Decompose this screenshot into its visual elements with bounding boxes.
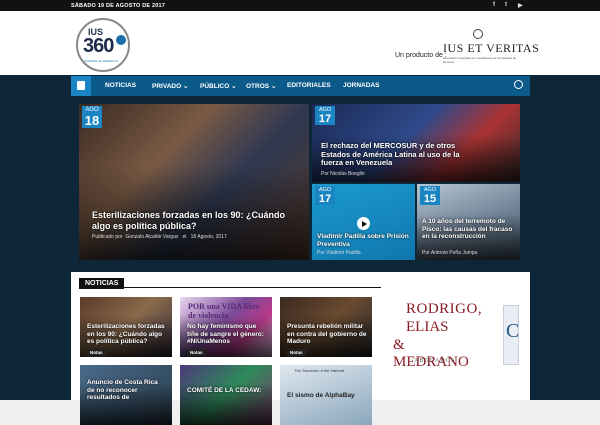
featured-meta: Por Nicolás Boeglin	[321, 171, 365, 177]
card-image-text: The Structure of the Internet	[294, 368, 345, 373]
main-nav: NOTICIAS PRIVADO ⌄ PÚBLICO ⌄ OTROS ⌄ EDI…	[71, 76, 530, 96]
side-ad[interactable]: C	[503, 305, 519, 365]
logo-tagline: UNIENDO EL DERECHO	[84, 59, 119, 63]
ad-text: RODRIGO,	[406, 301, 483, 317]
featured-fourth[interactable]: AGO 15 A 10 años del terremoto de Pisco:…	[417, 184, 520, 260]
nav-item-jornadas[interactable]: JORNADAS	[343, 82, 379, 89]
news-card-title[interactable]: Presunta rebelión militar en contra del …	[287, 323, 367, 346]
nav-item-otros[interactable]: OTROS ⌄	[246, 82, 276, 90]
featured-title[interactable]: El rechazo del MERCOSUR y de otros Estad…	[321, 141, 481, 168]
producto-label: Un producto de :	[395, 52, 447, 59]
date-badge: AGO 15	[420, 186, 440, 205]
post-date: 18 Agosto, 2017	[190, 234, 227, 240]
partner-logo[interactable]: IUS ET VERITAS	[443, 41, 539, 56]
home-button[interactable]	[71, 76, 91, 96]
search-icon[interactable]	[514, 80, 523, 89]
law-firm-ad[interactable]: RODRIGO, ELIAS & MEDRANO ABOGADOS	[393, 301, 484, 371]
home-icon	[77, 81, 85, 90]
nav-item-editoriales[interactable]: EDITORIALES	[287, 82, 331, 89]
site-logo[interactable]: IUS 360 UNIENDO EL DERECHO	[76, 18, 130, 72]
news-card[interactable]: Esterilizaciones forzadas en los 90: ¿Cu…	[80, 297, 172, 357]
featured-second[interactable]: AGO 17 El rechazo del MERCOSUR y de otro…	[312, 104, 520, 182]
nav-item-publico[interactable]: PÚBLICO ⌄	[200, 82, 237, 90]
news-card[interactable]: Anuncio de Costa Rica de no reconocer re…	[80, 365, 172, 425]
ad-text: C	[506, 320, 520, 342]
news-card[interactable]: Presunta rebelión militar en contra del …	[280, 297, 372, 357]
news-card-title[interactable]: No hay feminismo que tiñe de sangre el g…	[187, 323, 267, 346]
facebook-icon[interactable]: f	[493, 2, 495, 8]
chevron-down-icon: ⌄	[231, 83, 237, 90]
news-card-title[interactable]: COMITÉ DE LA CEDAW:	[187, 387, 267, 395]
author-link[interactable]: Gonzalo Alcalde Vargas	[125, 234, 178, 240]
news-card[interactable]: COMITÉ DE LA CEDAW:	[180, 365, 272, 425]
date-badge: AGO 17	[315, 186, 335, 205]
play-icon[interactable]	[357, 217, 370, 230]
partner-seal-icon	[473, 29, 483, 39]
featured-title[interactable]: A 10 años del terremoto de Pisco: las ca…	[422, 218, 517, 241]
featured-title[interactable]: Vladimir Padilla sobre Prisión Preventiv…	[317, 233, 412, 248]
category-tag[interactable]: Notas	[87, 349, 106, 356]
featured-main[interactable]: AGO 18 Esterilizaciones forzadas en los …	[79, 104, 309, 260]
featured-meta: Por Vladimir Padilla	[317, 250, 361, 256]
featured-meta: Publicado por Gonzalo Alcalde Vargas el …	[92, 234, 227, 240]
date-badge: AGO 18	[82, 106, 102, 128]
chevron-down-icon: ⌄	[182, 83, 189, 90]
author-link[interactable]: Nicolás Boeglin	[330, 171, 364, 177]
ad-text: ABOGADOS	[414, 358, 456, 364]
author-link[interactable]: Antonio Peña Jumpa	[431, 250, 477, 256]
category-tag[interactable]: Notas	[287, 349, 306, 356]
top-bar: SÁBADO 19 DE AGOSTO DE 2017 f t ▶	[0, 0, 600, 11]
news-card[interactable]: The Structure of the Internet El sismo d…	[280, 365, 372, 425]
logo-main-text: 360	[83, 35, 114, 57]
twitter-icon[interactable]: t	[505, 2, 507, 8]
featured-grid: AGO 18 Esterilizaciones forzadas en los …	[79, 104, 520, 260]
featured-title[interactable]: Esterilizaciones forzadas en los 90: ¿Cu…	[92, 210, 297, 231]
news-card-title[interactable]: Anuncio de Costa Rica de no reconocer re…	[87, 379, 167, 402]
date-badge: AGO 17	[315, 106, 335, 125]
news-card-title[interactable]: Esterilizaciones forzadas en los 90: ¿Cu…	[87, 323, 167, 346]
section-divider	[79, 287, 381, 288]
youtube-icon[interactable]: ▶	[518, 2, 523, 9]
featured-meta: Por Antonio Peña Jumpa	[422, 250, 478, 256]
ad-text: ELIAS	[406, 319, 449, 335]
author-link[interactable]: Vladimir Padilla	[326, 250, 360, 256]
ad-text: & MEDRANO	[393, 337, 469, 370]
nav-item-noticias[interactable]: NOTICIAS	[105, 82, 136, 89]
news-card-title[interactable]: El sismo de AlphaBay	[287, 392, 367, 400]
nav-item-privado[interactable]: PRIVADO ⌄	[152, 82, 188, 90]
partner-subtitle: Asociación integrada por estudiantes de …	[443, 56, 517, 64]
featured-third[interactable]: AGO 17 Vladimir Padilla sobre Prisión Pr…	[312, 184, 415, 260]
globe-icon	[115, 34, 127, 46]
current-date: SÁBADO 19 DE AGOSTO DE 2017	[71, 3, 166, 9]
category-tag[interactable]: Notas	[187, 349, 206, 356]
chevron-down-icon: ⌄	[270, 83, 277, 90]
news-card[interactable]: POR una VIDA libre de violencia No hay f…	[180, 297, 272, 357]
